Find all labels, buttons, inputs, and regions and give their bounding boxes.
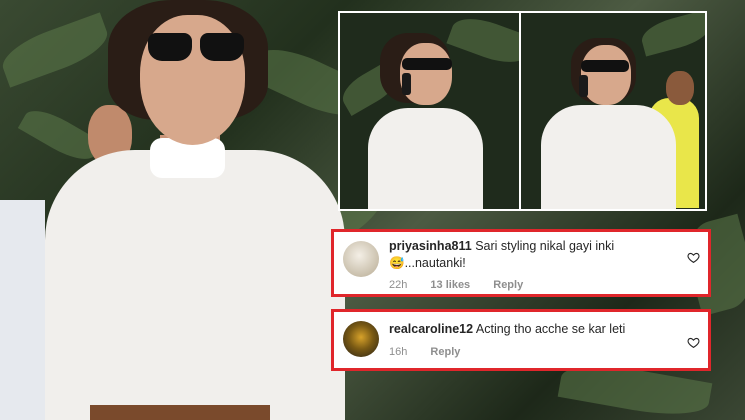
user-avatar[interactable] <box>343 241 379 277</box>
comment-body: realcaroline12 Acting tho acche se kar l… <box>389 321 678 338</box>
sunglasses <box>148 33 248 63</box>
comment-card: priyasinha811 Sari styling nikal gayi in… <box>331 229 711 297</box>
comment-meta: 16h Reply <box>389 346 480 358</box>
reply-button[interactable]: Reply <box>493 279 523 291</box>
brown-belt <box>90 405 270 420</box>
comment-time: 22h <box>389 279 408 291</box>
comment-text: Sari styling nikal gayi inki <box>475 239 615 253</box>
comment-text: Acting tho acche se kar leti <box>475 322 626 336</box>
comment-text-continued: 😅...nautanki! <box>389 256 466 270</box>
comment-card: realcaroline12 Acting tho acche se kar l… <box>331 309 711 371</box>
comment-username[interactable]: realcaroline12 <box>389 322 473 336</box>
foliage <box>0 12 114 88</box>
comment-username[interactable]: priyasinha811 <box>389 239 472 253</box>
white-blouse <box>45 150 345 420</box>
inset-photo-2 <box>519 11 707 211</box>
inset-photo-1 <box>338 11 523 211</box>
user-avatar[interactable] <box>343 321 379 357</box>
comment-meta: 22h 13 likes Reply <box>389 279 543 291</box>
comment-time: 16h <box>389 346 408 358</box>
bystander <box>0 200 45 420</box>
comment-likes[interactable]: 13 likes <box>430 279 470 291</box>
comment-body: priyasinha811 Sari styling nikal gayi in… <box>389 238 678 272</box>
heart-icon[interactable] <box>687 336 700 349</box>
reply-button[interactable]: Reply <box>430 346 460 358</box>
heart-icon[interactable] <box>687 251 700 264</box>
